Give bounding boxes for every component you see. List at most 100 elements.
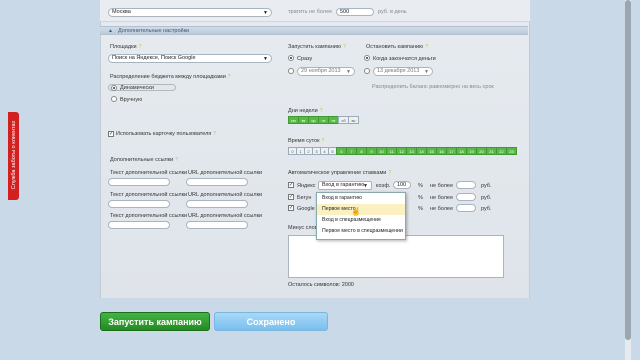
help-icon[interactable]: ? — [343, 44, 346, 50]
currency-label: руб. — [481, 183, 492, 189]
help-icon[interactable]: ? — [425, 44, 428, 50]
help-icon[interactable]: ? — [213, 131, 216, 137]
link-url-input-1[interactable] — [186, 178, 248, 186]
dropdown-option[interactable]: Вход в гарантию — [317, 193, 405, 204]
auto-bids-label: Автоматическое управление ставками? — [288, 170, 392, 176]
strategy-dropdown: Вход в гарантию Первое место Вход в спец… — [316, 192, 406, 240]
spread-balance-label: Распределить баланс равномерно на весь с… — [372, 84, 494, 90]
extra-links-label: Дополнительные ссылки? — [110, 157, 178, 163]
max-bid-label: не более — [430, 206, 454, 212]
customer-care-label: Служба заботы о клиентах — [11, 120, 17, 190]
platforms-label: Площадки? — [110, 44, 142, 50]
link-text-label-3: Текст дополнительной ссылки — [110, 213, 188, 219]
budget-dynamic-label: Динамически — [120, 85, 154, 91]
yandex-checkbox[interactable]: ✓ — [288, 182, 294, 188]
start-date-value: 29 ноября 2013 — [301, 68, 341, 74]
budget-dynamic-radio[interactable] — [111, 85, 117, 91]
help-icon[interactable]: ? — [320, 108, 323, 114]
google-label: Google — [297, 206, 315, 212]
help-icon[interactable]: ? — [228, 74, 231, 80]
customer-care-tab[interactable]: Служба заботы о клиентах — [8, 112, 19, 200]
chars-remaining: Осталось символов: 2000 — [288, 282, 354, 288]
chevron-down-icon: ▼ — [346, 69, 351, 75]
link-url-label-1: URL дополнительной ссылки — [188, 170, 263, 176]
days-selector: пн вт ср чт пт сб вс — [288, 116, 359, 124]
city-select[interactable]: Москва ▼ — [108, 8, 272, 17]
chevron-down-icon: ▼ — [363, 183, 368, 189]
saved-button[interactable]: Сохранено — [214, 312, 328, 331]
stop-date-select[interactable]: 13 декабря 2013 ▼ — [373, 67, 433, 76]
extra-settings-toggle[interactable]: ▲ Дополнительные настройки — [100, 26, 528, 35]
begun-label: Бегун — [297, 195, 312, 201]
platforms-value: Поиск на Яндексе, Поиск Google — [112, 55, 196, 61]
city-value: Москва — [112, 9, 131, 15]
coef-input[interactable]: 100 — [393, 181, 411, 189]
scrollbar-thumb[interactable] — [625, 0, 631, 340]
percent-sign: % — [418, 195, 423, 201]
start-now-label: Сразу — [297, 56, 313, 62]
help-icon[interactable]: ? — [388, 170, 391, 176]
start-date-radio[interactable] — [288, 68, 294, 74]
dropdown-option[interactable]: Вход в спецразмещение — [317, 215, 405, 226]
budget-label: Распределение бюджета между площадками? — [110, 74, 231, 80]
hours-label: Время суток? — [288, 138, 325, 144]
percent-sign: % — [418, 183, 423, 189]
chevron-down-icon: ▼ — [424, 69, 429, 75]
max-bid-input-google[interactable] — [456, 204, 476, 212]
hand-cursor-icon: ☝ — [351, 207, 361, 216]
percent-sign: % — [418, 206, 423, 212]
start-label: Запустить кампанию? — [288, 44, 346, 50]
yandex-label: Яндекс — [297, 183, 316, 189]
link-text-input-3[interactable] — [108, 221, 170, 229]
currency-label: руб. — [481, 206, 492, 212]
start-now-radio[interactable] — [288, 55, 294, 61]
user-card-checkbox[interactable]: ✓ — [108, 131, 114, 137]
chevron-down-icon: ▼ — [263, 56, 268, 62]
stop-label: Остановить кампанию? — [366, 44, 428, 50]
days-label: Дни недели? — [288, 108, 323, 114]
chevron-down-icon: ▼ — [263, 10, 268, 16]
hours-selector: 0 1 2 3 4 5 6 7 8 9 10 11 12 13 14 15 16… — [288, 147, 517, 155]
max-bid-input-yandex[interactable] — [456, 181, 476, 189]
link-url-label-3: URL дополнительной ссылки — [188, 213, 263, 219]
minus-words-textarea[interactable] — [288, 235, 504, 278]
user-card-label: Использовать карточку пользователя? — [116, 131, 217, 137]
link-text-input-2[interactable] — [108, 200, 170, 208]
link-url-label-2: URL дополнительной ссылки — [188, 192, 263, 198]
day-sun[interactable]: вс — [348, 116, 359, 124]
start-date-select[interactable]: 29 ноября 2013 ▼ — [297, 67, 355, 76]
yandex-strategy-select[interactable]: Вход в гарантию ▼ — [318, 181, 372, 190]
dropdown-option[interactable]: Первое место в спецразмещении — [317, 226, 405, 237]
help-icon[interactable]: ? — [139, 44, 142, 50]
coef-value: 100 — [397, 182, 407, 188]
link-url-input-3[interactable] — [186, 221, 248, 229]
link-text-input-1[interactable] — [108, 178, 170, 186]
max-bid-input-begun[interactable] — [456, 193, 476, 201]
limit-suffix: руб. в день — [378, 9, 407, 15]
begun-checkbox[interactable]: ✓ — [288, 194, 294, 200]
platforms-select[interactable]: Поиск на Яндексе, Поиск Google ▼ — [108, 54, 272, 63]
limit-prefix: тратить не более — [288, 9, 333, 15]
budget-manual-label: Вручную — [120, 97, 143, 103]
max-bid-label: не более — [430, 195, 454, 201]
minus-words-label: Минус слов — [288, 225, 318, 231]
stop-money-radio[interactable] — [364, 55, 370, 61]
google-checkbox[interactable]: ✓ — [288, 205, 294, 211]
link-url-input-2[interactable] — [186, 200, 248, 208]
launch-campaign-button[interactable]: Запустить кампанию — [100, 312, 210, 331]
stop-date-radio[interactable] — [364, 68, 370, 74]
help-icon[interactable]: ? — [175, 157, 178, 163]
yandex-strategy-value: Вход в гарантию — [322, 182, 365, 188]
chevron-up-icon: ▲ — [108, 28, 113, 34]
hour-cell[interactable]: 23 — [506, 147, 517, 155]
link-text-label-2: Текст дополнительной ссылки — [110, 192, 188, 198]
currency-label: руб. — [481, 195, 492, 201]
daily-limit-value: 500 — [340, 9, 350, 15]
daily-limit-input[interactable]: 500 — [336, 8, 374, 16]
dropdown-option-highlighted[interactable]: Первое место — [317, 204, 405, 215]
help-icon[interactable]: ? — [322, 138, 325, 144]
budget-manual-radio[interactable] — [111, 96, 117, 102]
link-text-label-1: Текст дополнительной ссылки — [110, 170, 188, 176]
extra-settings-label: Дополнительные настройки — [118, 28, 190, 34]
stop-date-value: 13 декабря 2013 — [377, 68, 420, 74]
